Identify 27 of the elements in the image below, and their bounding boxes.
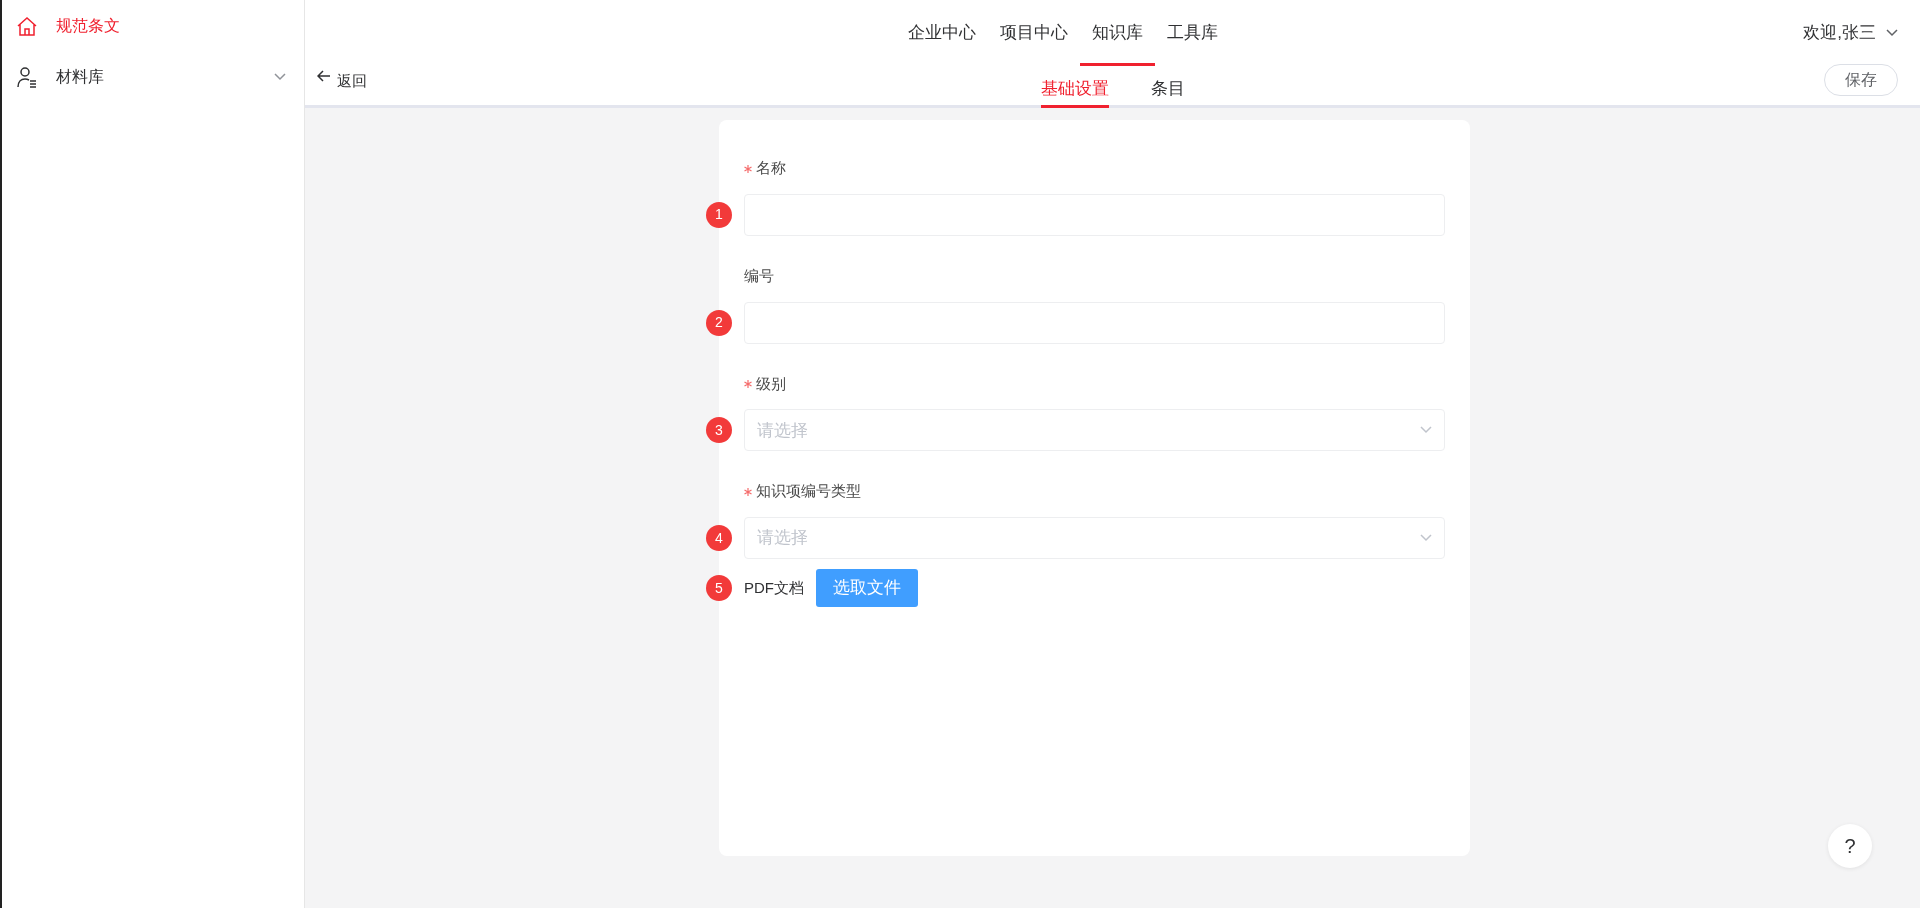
back-link[interactable]: 返回: [305, 66, 367, 90]
tab[interactable]: 条目: [1150, 66, 1185, 108]
user-greeting[interactable]: 欢迎,张三: [1803, 20, 1876, 46]
chevron-down-icon: [274, 73, 286, 81]
field-label: PDF文档: [744, 577, 804, 598]
step-number: 3: [706, 417, 732, 444]
sidebar-item[interactable]: 规范条文: [2, 1, 304, 51]
sidebar-item[interactable]: 材料库: [2, 52, 304, 102]
field-label: 级别: [756, 374, 786, 394]
chevron-down-icon: [1420, 534, 1432, 542]
field-label: 编号: [744, 266, 774, 286]
arrow-left-icon: [317, 70, 331, 82]
home-icon: [16, 16, 38, 36]
nav-tab[interactable]: 项目中心: [987, 0, 1080, 66]
field-label: 名称: [756, 159, 786, 178]
save-button[interactable]: 保存: [1824, 64, 1898, 96]
step-number: 5: [706, 575, 732, 601]
nav-tab[interactable]: 企业中心: [895, 0, 988, 66]
field-label: 知识项编号类型: [756, 482, 861, 502]
step-number: 2: [706, 309, 732, 336]
nav-tab[interactable]: 工具库: [1154, 0, 1230, 66]
help-button[interactable]: ?: [1828, 824, 1872, 868]
step-number: 1: [706, 201, 732, 228]
step-number: 4: [706, 525, 732, 551]
chevron-down-icon: [1886, 29, 1898, 37]
user-list-icon: [16, 66, 38, 88]
chevron-down-icon: [1420, 426, 1432, 435]
